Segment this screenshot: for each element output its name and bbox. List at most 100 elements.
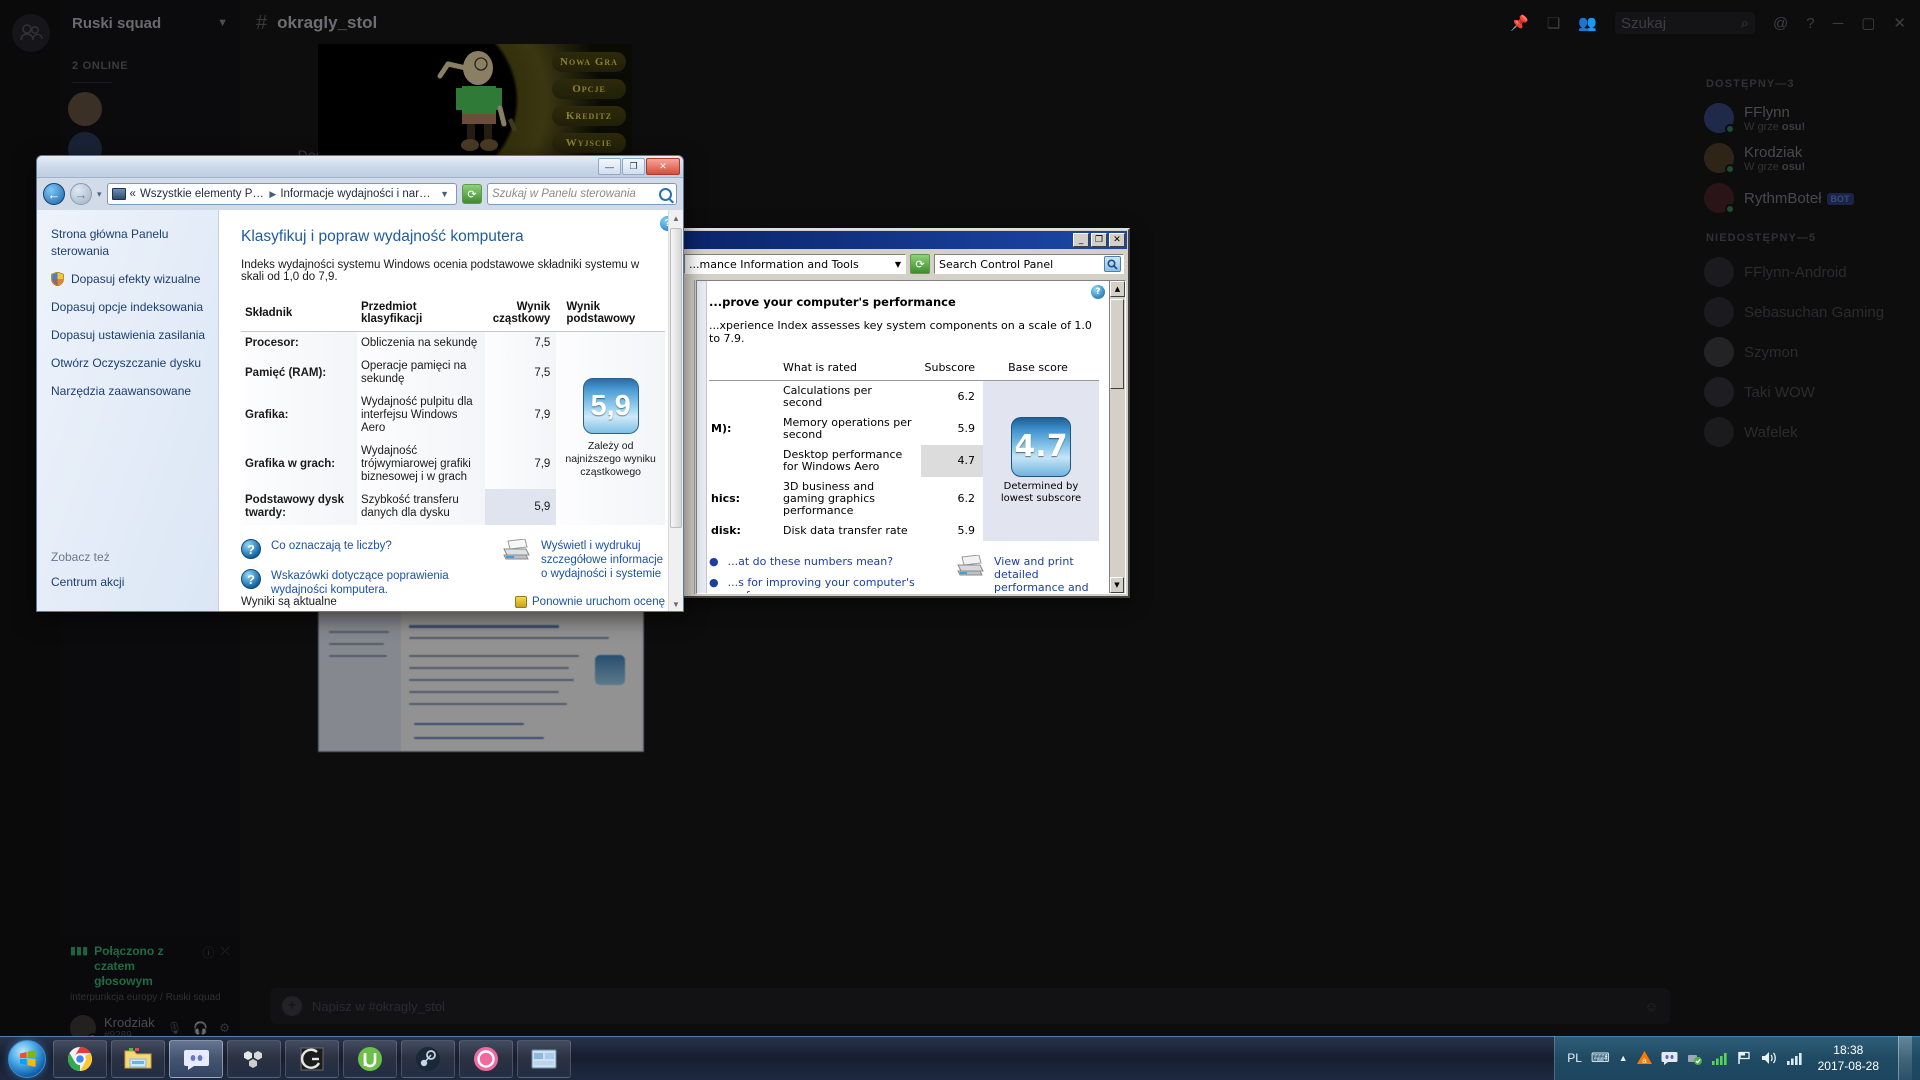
maximize-button[interactable]: ❐	[1091, 233, 1107, 247]
maximize-icon[interactable]: ▢	[1861, 14, 1875, 32]
maximize-button[interactable]: ❐	[622, 158, 645, 175]
members-icon[interactable]: 👥	[1578, 14, 1597, 32]
discord-search-input[interactable]: Szukaj ⌕	[1615, 12, 1756, 34]
link-rerun-assessment[interactable]: Ponownie uruchom ocenę	[532, 595, 665, 609]
scrollbar-thumb[interactable]	[670, 228, 682, 528]
search-icon[interactable]	[1104, 256, 1121, 272]
member-item[interactable]: FFlynn-Android	[1704, 252, 1906, 292]
mention-icon[interactable]: ❏	[1547, 14, 1560, 32]
help-icon[interactable]: ?	[1091, 285, 1105, 299]
game-button-new[interactable]: Nowa Gra	[552, 52, 626, 72]
game-button-exit[interactable]: Wyjscie	[552, 133, 626, 153]
scroll-down-arrow[interactable]: ▼	[1110, 577, 1124, 593]
link-row[interactable]: Wyświetl i wydrukuj szczegółowe informac…	[501, 539, 665, 597]
question-icon[interactable]: ?	[1806, 15, 1814, 32]
upload-plus-icon[interactable]: +	[282, 996, 302, 1016]
keyboard-icon[interactable]: ⌨	[1591, 1050, 1610, 1066]
search-icon[interactable]	[659, 187, 672, 201]
close-button[interactable]: ✕	[1109, 233, 1125, 247]
link-row[interactable]: ● ...s for improving your computer's per…	[709, 576, 939, 593]
link-what-numbers-mean[interactable]: Co oznaczają te liczby?	[271, 539, 392, 553]
sidebar-item-action-center[interactable]: Centrum akcji	[51, 574, 124, 591]
chevron-down-icon[interactable]: ▼	[437, 189, 452, 199]
back-button[interactable]: ←	[43, 183, 65, 205]
member-item[interactable]: Wafelek	[1704, 412, 1906, 452]
taskbar-item-steam[interactable]	[401, 1039, 455, 1078]
scroll-up-arrow[interactable]: ▲	[1110, 281, 1125, 297]
sidebar-item-advanced-tools[interactable]: Narzędzia zaawansowane	[51, 383, 206, 400]
forward-button[interactable]: →	[70, 183, 92, 205]
taskbar-item-osu[interactable]	[459, 1039, 513, 1078]
avast-icon[interactable]: a	[1636, 1050, 1652, 1066]
minimize-button[interactable]: —	[598, 158, 621, 175]
scrollbar-thumb[interactable]	[1110, 299, 1124, 389]
safely-remove-hardware-icon[interactable]	[1687, 1051, 1703, 1066]
refresh-button[interactable]: ⟳	[910, 254, 930, 274]
show-hidden-icons-arrow[interactable]: ▲	[1619, 1053, 1628, 1063]
minimize-icon[interactable]: ─	[1833, 15, 1844, 32]
discord-server-header[interactable]: Ruski squad ▼	[60, 0, 240, 46]
classic-title-bar[interactable]: _ ❐ ✕	[681, 231, 1127, 249]
link-row[interactable]: ● ...at do these numbers mean?	[709, 555, 939, 568]
link-view-print[interactable]: View and print detailed performance and …	[994, 555, 1099, 593]
gear-icon[interactable]: ⚙	[219, 1021, 230, 1035]
game-button-credits[interactable]: Kreditz	[552, 106, 626, 126]
minimize-button[interactable]: _	[1073, 233, 1089, 247]
sidebar-item-disk-cleanup[interactable]: Otwórz Oczyszczanie dysku	[51, 355, 206, 372]
address-bar[interactable]: ...mance Information and Tools ▼	[684, 254, 906, 274]
vertical-scrollbar[interactable]: ▲ ▼	[668, 210, 683, 611]
taskbar-clock[interactable]: 18:38 2017-08-28	[1812, 1042, 1885, 1074]
polish-performance-window[interactable]: — ❐ ✕ ← → ▾ « Wszystkie elementy Pane...…	[36, 155, 684, 612]
member-item[interactable]: Szymon	[1704, 332, 1906, 372]
close-button[interactable]: ✕	[646, 158, 680, 175]
chevron-down-icon[interactable]: ▼	[889, 260, 901, 269]
scroll-down-arrow[interactable]: ▼	[672, 600, 680, 609]
breadcrumb-current[interactable]: Informacje wydajności i narzędzia	[280, 188, 433, 200]
network-signal-icon[interactable]	[1711, 1052, 1728, 1065]
member-item[interactable]: RythmBoteł BOT	[1704, 178, 1906, 218]
link-what-numbers-mean[interactable]: ...at do these numbers mean?	[728, 555, 894, 568]
discord-mini-avatar[interactable]	[68, 92, 102, 126]
refresh-button[interactable]: ⟳	[462, 184, 482, 204]
link-view-print[interactable]: Wyświetl i wydrukuj szczegółowe informac…	[541, 539, 665, 581]
member-item[interactable]: FFlynn W grze osu!	[1704, 98, 1906, 138]
taskbar-item-utorrent[interactable]	[343, 1039, 397, 1078]
link-row[interactable]: ? Wskazówki dotyczące poprawienia wydajn…	[241, 569, 491, 597]
taskbar-item-discord[interactable]	[169, 1039, 223, 1078]
aero-title-bar[interactable]: — ❐ ✕	[37, 156, 683, 178]
discord-message-input[interactable]: + Napisz w #okragly_stol ☺	[270, 988, 1670, 1024]
pin-icon[interactable]: 📌	[1510, 14, 1529, 32]
sidebar-item-indexing[interactable]: Dopasuj opcje indeksowania	[51, 299, 206, 316]
member-item[interactable]: Krodziak W grze osu!	[1704, 138, 1906, 178]
link-tips[interactable]: Wskazówki dotyczące poprawienia wydajnoś…	[271, 569, 491, 597]
tray-language-indicator[interactable]: PL	[1567, 1051, 1582, 1065]
flag-action-center-icon[interactable]	[1737, 1051, 1752, 1065]
address-bar[interactable]: « Wszystkie elementy Pane... ▶ Informacj…	[106, 183, 457, 205]
link-row[interactable]: ? Co oznaczają te liczby?	[241, 539, 491, 559]
help-icon[interactable]: @	[1773, 15, 1788, 32]
volume-icon[interactable]	[1761, 1051, 1778, 1065]
network-bars-icon[interactable]	[1786, 1052, 1803, 1065]
sidebar-item-visual-effects[interactable]: Dopasuj efekty wizualne	[51, 271, 206, 288]
emoji-icon[interactable]: ☺	[1645, 999, 1658, 1014]
disconnect-icon[interactable]: ⤫	[220, 944, 230, 959]
link-row[interactable]: View and print detailed performance and …	[955, 555, 1099, 593]
headphones-icon[interactable]: 🎧	[193, 1021, 208, 1035]
taskbar-item-logitech[interactable]	[285, 1039, 339, 1078]
sidebar-item-power[interactable]: Dopasuj ustawienia zasilania	[51, 327, 206, 344]
game-window[interactable]: Nowa Gra Opcje Kreditz Wyjscie	[318, 44, 632, 156]
chevron-down-icon[interactable]: ▼	[217, 17, 228, 29]
taskbar-item-chrome[interactable]	[53, 1039, 107, 1078]
sidebar-item-home[interactable]: Strona główna Panelu sterowania	[51, 226, 206, 260]
taskbar-item-steam-library[interactable]	[227, 1039, 281, 1078]
search-input[interactable]: Szukaj w Panelu sterowania	[487, 183, 677, 205]
english-performance-window[interactable]: _ ❐ ✕ ...mance Information and Tools ▼ ⟳…	[678, 228, 1130, 598]
link-tips[interactable]: ...s for improving your computer's perfo…	[728, 576, 939, 593]
member-item[interactable]: Sebasuchan Gaming	[1704, 292, 1906, 332]
member-item[interactable]: Taki WOW	[1704, 372, 1906, 412]
microphone-icon[interactable]: 🎙	[167, 1021, 182, 1035]
history-dropdown-icon[interactable]: ▾	[97, 189, 102, 200]
info-icon[interactable]: ⓘ	[202, 944, 214, 961]
scroll-up-arrow[interactable]: ▲	[672, 214, 680, 223]
breadcrumb-parent[interactable]: Wszystkie elementy Pane...	[140, 188, 265, 200]
